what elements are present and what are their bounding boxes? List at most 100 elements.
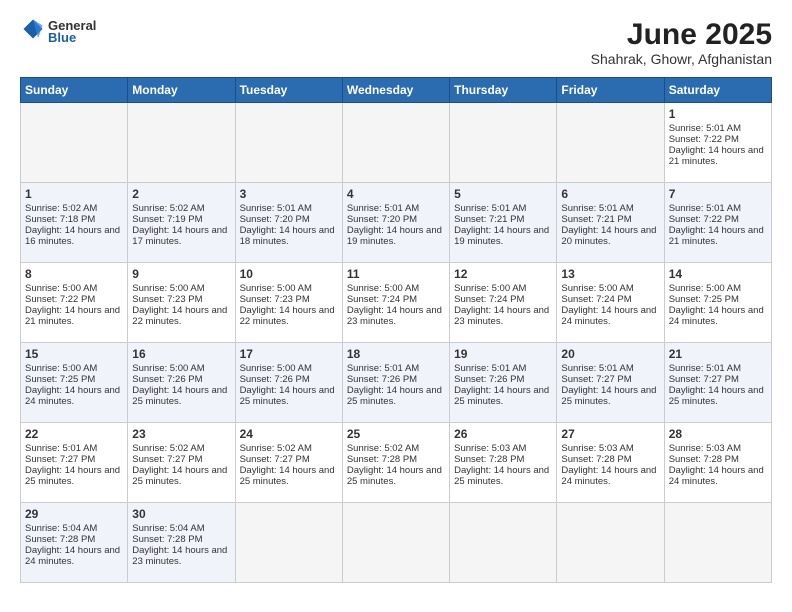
calendar-cell: 17Sunrise: 5:00 AMSunset: 7:26 PMDayligh…: [235, 343, 342, 423]
sunrise-label: Sunrise: 5:04 AM: [25, 523, 97, 534]
calendar-cell: 6Sunrise: 5:01 AMSunset: 7:21 PMDaylight…: [557, 183, 664, 263]
sunset-label: Sunset: 7:26 PM: [347, 374, 417, 385]
sunrise-label: Sunrise: 5:01 AM: [25, 443, 97, 454]
day-info: Sunrise: 5:02 AMSunset: 7:19 PMDaylight:…: [132, 203, 230, 247]
day-number: 10: [240, 267, 338, 281]
header-row: SundayMondayTuesdayWednesdayThursdayFrid…: [21, 78, 772, 103]
sunrise-label: Sunrise: 5:01 AM: [561, 203, 633, 214]
column-header-friday: Friday: [557, 78, 664, 103]
logo-icon: [22, 18, 44, 40]
page-title: June 2025: [591, 18, 772, 51]
calendar-cell: [557, 103, 664, 183]
sunset-label: Sunset: 7:23 PM: [240, 294, 310, 305]
day-number: 20: [561, 347, 659, 361]
sunrise-label: Sunrise: 5:00 AM: [25, 363, 97, 374]
calendar-cell: [235, 503, 342, 583]
week-row-3: 8Sunrise: 5:00 AMSunset: 7:22 PMDaylight…: [21, 263, 772, 343]
day-info: Sunrise: 5:01 AMSunset: 7:20 PMDaylight:…: [347, 203, 445, 247]
daylight-label: Daylight: 14 hours and 21 minutes.: [25, 305, 120, 327]
daylight-label: Daylight: 14 hours and 24 minutes.: [25, 545, 120, 567]
sunrise-label: Sunrise: 5:00 AM: [454, 283, 526, 294]
sunset-label: Sunset: 7:28 PM: [132, 534, 202, 545]
sunrise-label: Sunrise: 5:01 AM: [454, 203, 526, 214]
calendar-cell: [664, 503, 771, 583]
sunset-label: Sunset: 7:20 PM: [240, 214, 310, 225]
sunset-label: Sunset: 7:28 PM: [347, 454, 417, 465]
sunrise-label: Sunrise: 5:00 AM: [240, 363, 312, 374]
day-number: 9: [132, 267, 230, 281]
day-number: 16: [132, 347, 230, 361]
sunset-label: Sunset: 7:27 PM: [669, 374, 739, 385]
day-info: Sunrise: 5:00 AMSunset: 7:24 PMDaylight:…: [561, 283, 659, 327]
calendar-cell: 22Sunrise: 5:01 AMSunset: 7:27 PMDayligh…: [21, 423, 128, 503]
calendar-cell: [450, 503, 557, 583]
day-info: Sunrise: 5:04 AMSunset: 7:28 PMDaylight:…: [25, 523, 123, 567]
page-subtitle: Shahrak, Ghowr, Afghanistan: [591, 51, 772, 67]
day-number: 7: [669, 187, 767, 201]
day-number: 2: [132, 187, 230, 201]
column-header-saturday: Saturday: [664, 78, 771, 103]
day-number: 11: [347, 267, 445, 281]
day-number: 15: [25, 347, 123, 361]
calendar-cell: 19Sunrise: 5:01 AMSunset: 7:26 PMDayligh…: [450, 343, 557, 423]
daylight-label: Daylight: 14 hours and 23 minutes.: [454, 305, 549, 327]
day-info: Sunrise: 5:00 AMSunset: 7:25 PMDaylight:…: [669, 283, 767, 327]
sunrise-label: Sunrise: 5:00 AM: [25, 283, 97, 294]
daylight-label: Daylight: 14 hours and 25 minutes.: [25, 465, 120, 487]
daylight-label: Daylight: 14 hours and 25 minutes.: [347, 385, 442, 407]
calendar-cell: 14 Sunrise: 5:00 AMSunset: 7:25 PMDayligh…: [664, 263, 771, 343]
sunset-label: Sunset: 7:22 PM: [669, 214, 739, 225]
daylight-label: Daylight: 14 hours and 19 minutes.: [347, 225, 442, 247]
week-row-6: 29Sunrise: 5:04 AMSunset: 7:28 PMDayligh…: [21, 503, 772, 583]
daylight-label: Daylight: 14 hours and 24 minutes.: [669, 305, 764, 327]
daylight-label: Daylight: 14 hours and 21 minutes.: [669, 145, 764, 167]
calendar-cell: 4 Sunrise: 5:01 AMSunset: 7:20 PMDaylight…: [342, 183, 449, 263]
sunrise-label: Sunrise: 5:00 AM: [240, 283, 312, 294]
day-info: Sunrise: 5:01 AMSunset: 7:22 PMDaylight:…: [669, 203, 767, 247]
sunrise-label: Sunrise: 5:02 AM: [132, 443, 204, 454]
sunset-label: Sunset: 7:21 PM: [454, 214, 524, 225]
day-info: Sunrise: 5:00 AMSunset: 7:25 PMDaylight:…: [25, 363, 123, 407]
sunset-label: Sunset: 7:26 PM: [454, 374, 524, 385]
sunrise-label: Sunrise: 5:01 AM: [669, 363, 741, 374]
week-row-4: 15 Sunrise: 5:00 AMSunset: 7:25 PMDayligh…: [21, 343, 772, 423]
calendar-cell: 26Sunrise: 5:03 AMSunset: 7:28 PMDayligh…: [450, 423, 557, 503]
day-number: 19: [454, 347, 552, 361]
day-number: 21: [669, 347, 767, 361]
day-info: Sunrise: 5:01 AMSunset: 7:20 PMDaylight:…: [240, 203, 338, 247]
calendar-cell: [557, 503, 664, 583]
calendar-cell: 25Sunrise: 5:02 AMSunset: 7:28 PMDayligh…: [342, 423, 449, 503]
day-info: Sunrise: 5:03 AMSunset: 7:28 PMDaylight:…: [561, 443, 659, 487]
day-number: 29: [25, 507, 123, 521]
day-info: Sunrise: 5:00 AMSunset: 7:23 PMDaylight:…: [132, 283, 230, 327]
day-number: 23: [132, 427, 230, 441]
daylight-label: Daylight: 14 hours and 22 minutes.: [240, 305, 335, 327]
day-info: Sunrise: 5:00 AMSunset: 7:26 PMDaylight:…: [240, 363, 338, 407]
daylight-label: Daylight: 14 hours and 16 minutes.: [25, 225, 120, 247]
sunrise-label: Sunrise: 5:00 AM: [132, 363, 204, 374]
daylight-label: Daylight: 14 hours and 25 minutes.: [669, 385, 764, 407]
sunrise-label: Sunrise: 5:02 AM: [132, 203, 204, 214]
sunset-label: Sunset: 7:24 PM: [454, 294, 524, 305]
sunset-label: Sunset: 7:18 PM: [25, 214, 95, 225]
day-number: 13: [561, 267, 659, 281]
sunset-label: Sunset: 7:28 PM: [25, 534, 95, 545]
daylight-label: Daylight: 14 hours and 24 minutes.: [669, 465, 764, 487]
calendar-cell: 29 Sunrise: 5:04 AMSunset: 7:28 PMDayligh…: [21, 503, 128, 583]
day-info: Sunrise: 5:01 AMSunset: 7:22 PMDaylight:…: [669, 123, 767, 167]
calendar-cell: [21, 103, 128, 183]
daylight-label: Daylight: 14 hours and 24 minutes.: [25, 385, 120, 407]
calendar-cell: 13 Sunrise: 5:00 AMSunset: 7:24 PMDayligh…: [557, 263, 664, 343]
day-number: 4: [347, 187, 445, 201]
week-row-2: 1Sunrise: 5:02 AMSunset: 7:18 PMDaylight…: [21, 183, 772, 263]
daylight-label: Daylight: 14 hours and 25 minutes.: [561, 385, 656, 407]
week-row-5: 22Sunrise: 5:01 AMSunset: 7:27 PMDayligh…: [21, 423, 772, 503]
day-number: 28: [669, 427, 767, 441]
sunset-label: Sunset: 7:28 PM: [454, 454, 524, 465]
day-info: Sunrise: 5:00 AMSunset: 7:22 PMDaylight:…: [25, 283, 123, 327]
sunset-label: Sunset: 7:28 PM: [669, 454, 739, 465]
day-number: 14: [669, 267, 767, 281]
day-number: 1: [669, 107, 767, 121]
calendar-cell: 12Sunrise: 5:00 AMSunset: 7:24 PMDayligh…: [450, 263, 557, 343]
sunrise-label: Sunrise: 5:01 AM: [669, 203, 741, 214]
